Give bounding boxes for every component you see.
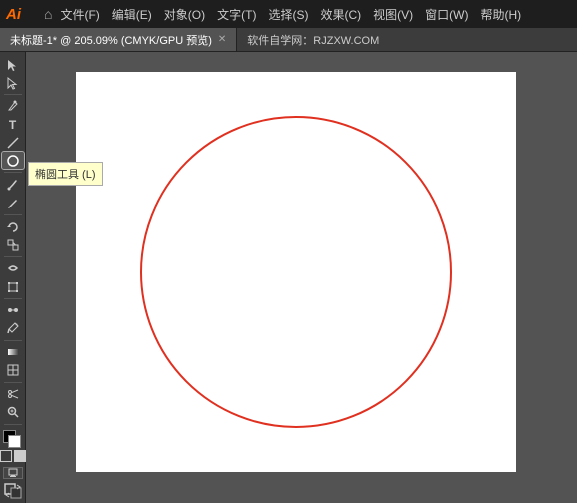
tool-zoom[interactable] <box>2 404 24 421</box>
tool-blend[interactable] <box>2 302 24 319</box>
menu-window[interactable]: 窗口(W) <box>425 6 468 23</box>
separator-5 <box>4 298 22 299</box>
tool-warp[interactable] <box>2 260 24 277</box>
separator-3 <box>4 214 22 215</box>
tab-bar: 未标题-1* @ 205.09% (CMYK/GPU 预览) ✕ 软件自学网：R… <box>0 28 577 52</box>
tool-paintbrush[interactable] <box>2 176 24 193</box>
tab-active[interactable]: 未标题-1* @ 205.09% (CMYK/GPU 预览) ✕ <box>0 28 237 51</box>
separator-1 <box>4 94 22 95</box>
tool-mesh[interactable] <box>2 362 24 379</box>
title-bar: Ai ⌂ 文件(F) 编辑(E) 对象(O) 文字(T) 选择(S) 效果(C)… <box>0 0 577 28</box>
ellipse-tooltip: 椭圆工具 (L) <box>28 162 103 186</box>
menu-object[interactable]: 对象(O) <box>164 6 205 23</box>
tool-scale[interactable] <box>2 236 24 253</box>
separator-8 <box>4 424 22 425</box>
color-swatches[interactable] <box>3 430 23 446</box>
view-mode-icons <box>0 450 26 462</box>
main-layout: T 椭圆工具 (L) <box>0 52 577 503</box>
screen-mode-icon[interactable] <box>14 450 26 462</box>
separator-6 <box>4 340 22 341</box>
menu-effect[interactable]: 效果(C) <box>320 6 361 23</box>
tool-selection[interactable] <box>2 56 24 73</box>
tool-eyedropper[interactable] <box>2 320 24 337</box>
tool-line[interactable] <box>2 134 24 151</box>
tool-ellipse[interactable] <box>2 152 24 169</box>
tool-gradient[interactable] <box>2 344 24 361</box>
tool-free-transform[interactable] <box>2 278 24 295</box>
canvas-area[interactable] <box>26 52 577 503</box>
tool-pencil[interactable] <box>2 194 24 211</box>
menu-view[interactable]: 视图(V) <box>373 6 413 23</box>
menu-edit[interactable]: 编辑(E) <box>112 6 152 23</box>
separator-2 <box>4 172 22 173</box>
tab-2[interactable]: 软件自学网：RJZXW.COM <box>237 28 389 51</box>
ai-logo: Ai <box>6 6 36 23</box>
menu-file[interactable]: 文件(F) <box>60 6 99 23</box>
tab-label-2: 软件自学网：RJZXW.COM <box>247 32 379 48</box>
drawing-canvas[interactable] <box>26 52 577 503</box>
menu-bar: 文件(F) 编辑(E) 对象(O) 文字(T) 选择(S) 效果(C) 视图(V… <box>60 6 521 23</box>
tool-pen[interactable] <box>2 98 24 115</box>
tab-label-1: 未标题-1* @ 205.09% (CMYK/GPU 预览) <box>10 32 212 48</box>
swap-fill-stroke[interactable] <box>3 482 23 503</box>
tool-rotate[interactable] <box>2 218 24 235</box>
normal-mode-icon[interactable] <box>0 450 12 462</box>
tool-scissors[interactable] <box>2 386 24 403</box>
menu-select[interactable]: 选择(S) <box>268 6 308 23</box>
menu-type[interactable]: 文字(T) <box>217 6 256 23</box>
tool-direct-selection[interactable] <box>2 74 24 91</box>
tab-close-1[interactable]: ✕ <box>218 34 226 45</box>
tool-type[interactable]: T <box>2 116 24 133</box>
home-icon[interactable]: ⌂ <box>44 6 52 22</box>
menu-help[interactable]: 帮助(H) <box>480 6 521 23</box>
toolbar: T 椭圆工具 (L) <box>0 52 26 503</box>
separator-7 <box>4 382 22 383</box>
screen-mode-button[interactable] <box>3 467 23 479</box>
separator-4 <box>4 256 22 257</box>
